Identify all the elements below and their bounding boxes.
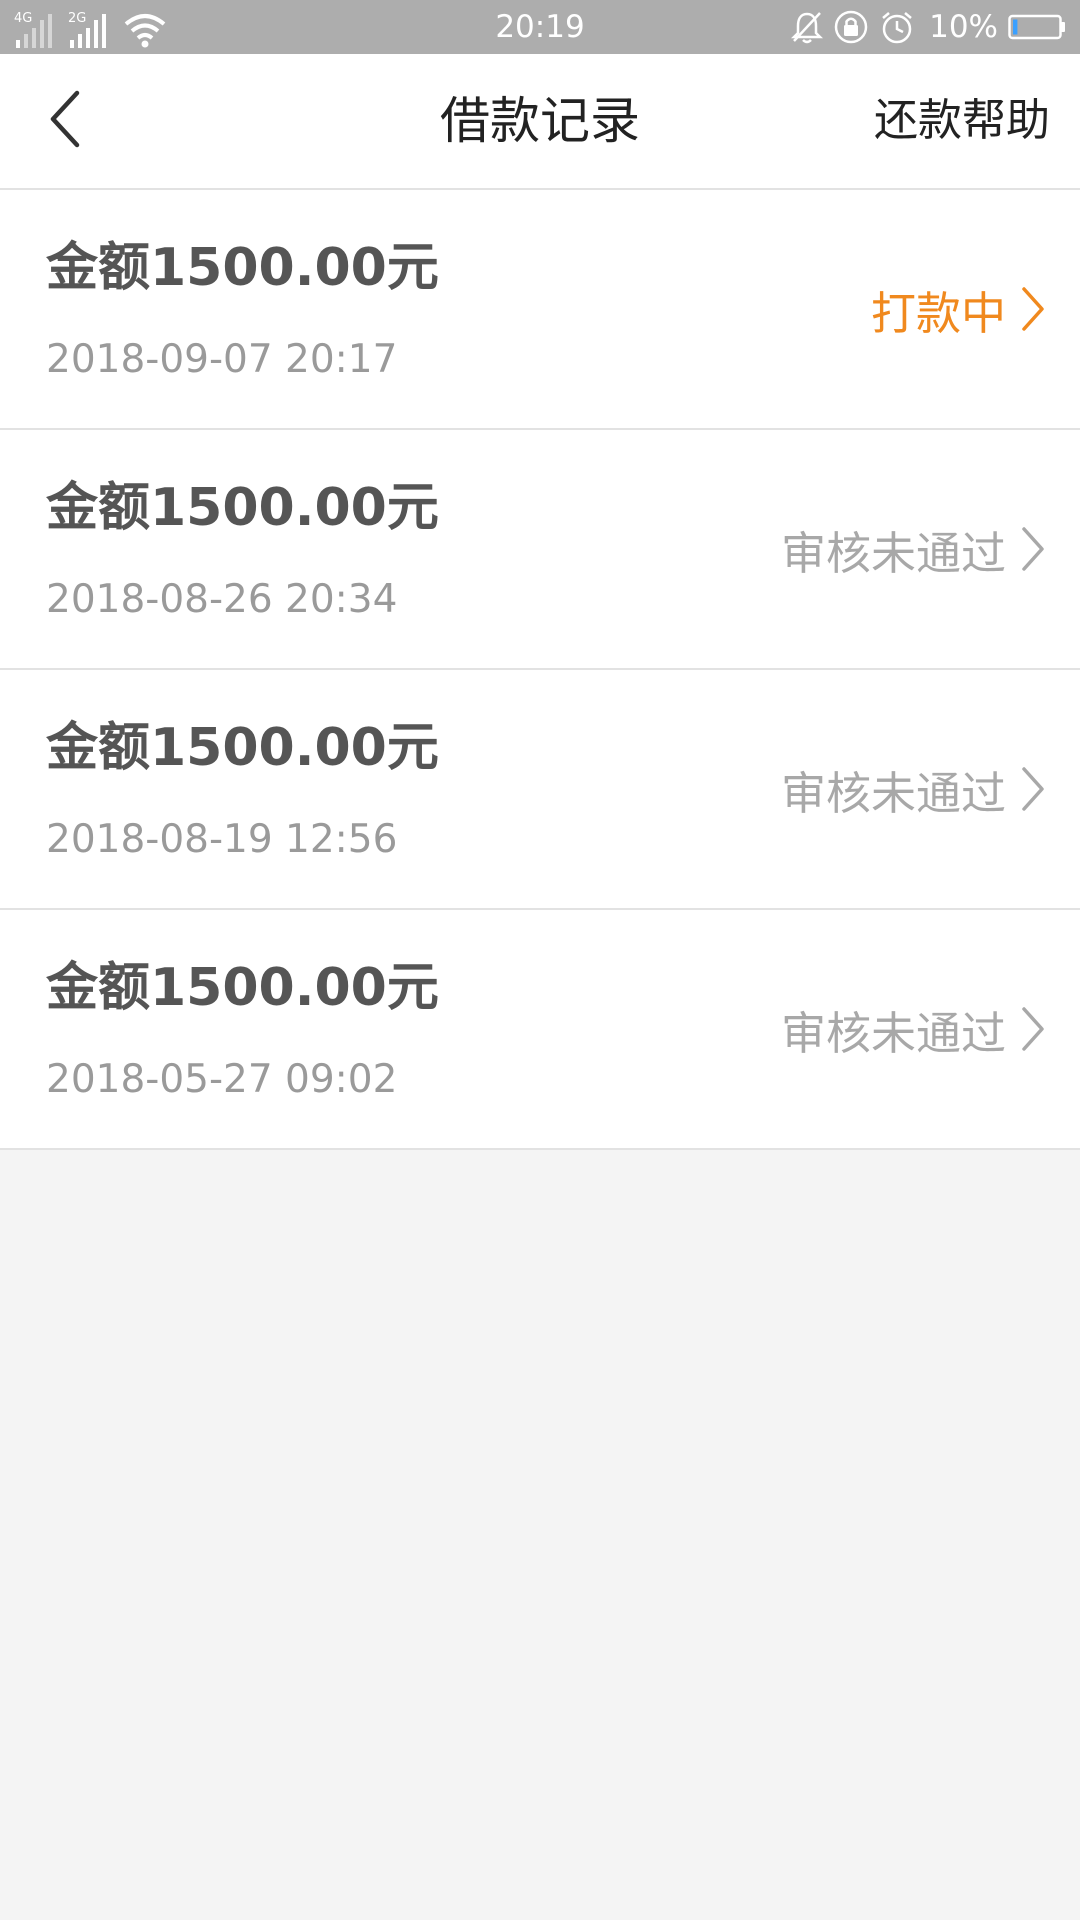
loan-date: 2018-08-26 20:34 — [46, 577, 398, 622]
chevron-right-icon — [1022, 527, 1044, 571]
repayment-help-link[interactable]: 还款帮助 — [874, 54, 1050, 188]
chevron-left-icon — [50, 90, 80, 148]
loan-status-text: 审核未通过 — [780, 526, 1006, 580]
loan-status-text: 审核未通过 — [780, 766, 1006, 820]
alarm-clock-icon — [882, 12, 912, 44]
loan-amount: 金额1500.00元 — [46, 718, 439, 778]
loan-amount: 金额1500.00元 — [46, 958, 439, 1018]
loan-record-list: 金额1500.00元 2018-09-07 20:17 打款中 金额1500.0… — [0, 190, 1080, 1150]
loan-record-item[interactable]: 金额1500.00元 2018-09-07 20:17 打款中 — [0, 190, 1080, 430]
rotation-lock-icon — [834, 10, 868, 44]
loan-date: 2018-08-19 12:56 — [46, 817, 398, 862]
loan-record-item[interactable]: 金额1500.00元 2018-08-19 12:56 审核未通过 — [0, 670, 1080, 910]
loan-status-text: 审核未通过 — [780, 1006, 1006, 1060]
loan-status: 审核未通过 — [781, 670, 1046, 908]
loan-date: 2018-05-27 09:02 — [46, 1057, 398, 1102]
loan-status: 审核未通过 — [781, 430, 1046, 668]
battery-icon — [1008, 14, 1065, 40]
app-header: 借款记录 还款帮助 — [0, 54, 1080, 190]
back-button[interactable] — [30, 84, 100, 154]
chevron-right-icon — [1022, 1007, 1044, 1051]
status-right: 10% — [791, 0, 1066, 54]
loan-status: 审核未通过 — [781, 910, 1046, 1148]
bell-mute-icon — [791, 12, 824, 44]
loan-record-item[interactable]: 金额1500.00元 2018-05-27 09:02 审核未通过 — [0, 910, 1080, 1150]
chevron-right-icon — [1022, 767, 1044, 811]
loan-date: 2018-09-07 20:17 — [46, 337, 398, 382]
battery-percent: 10% — [929, 9, 998, 45]
chevron-right-icon — [1022, 287, 1044, 331]
loan-status: 打款中 — [871, 190, 1046, 428]
loan-amount: 金额1500.00元 — [46, 238, 439, 298]
loan-record-item[interactable]: 金额1500.00元 2018-08-26 20:34 审核未通过 — [0, 430, 1080, 670]
loan-status-text: 打款中 — [870, 286, 1006, 340]
loan-amount: 金额1500.00元 — [46, 478, 439, 538]
status-bar: 4G 2G 20:19 10% — [0, 0, 1080, 54]
